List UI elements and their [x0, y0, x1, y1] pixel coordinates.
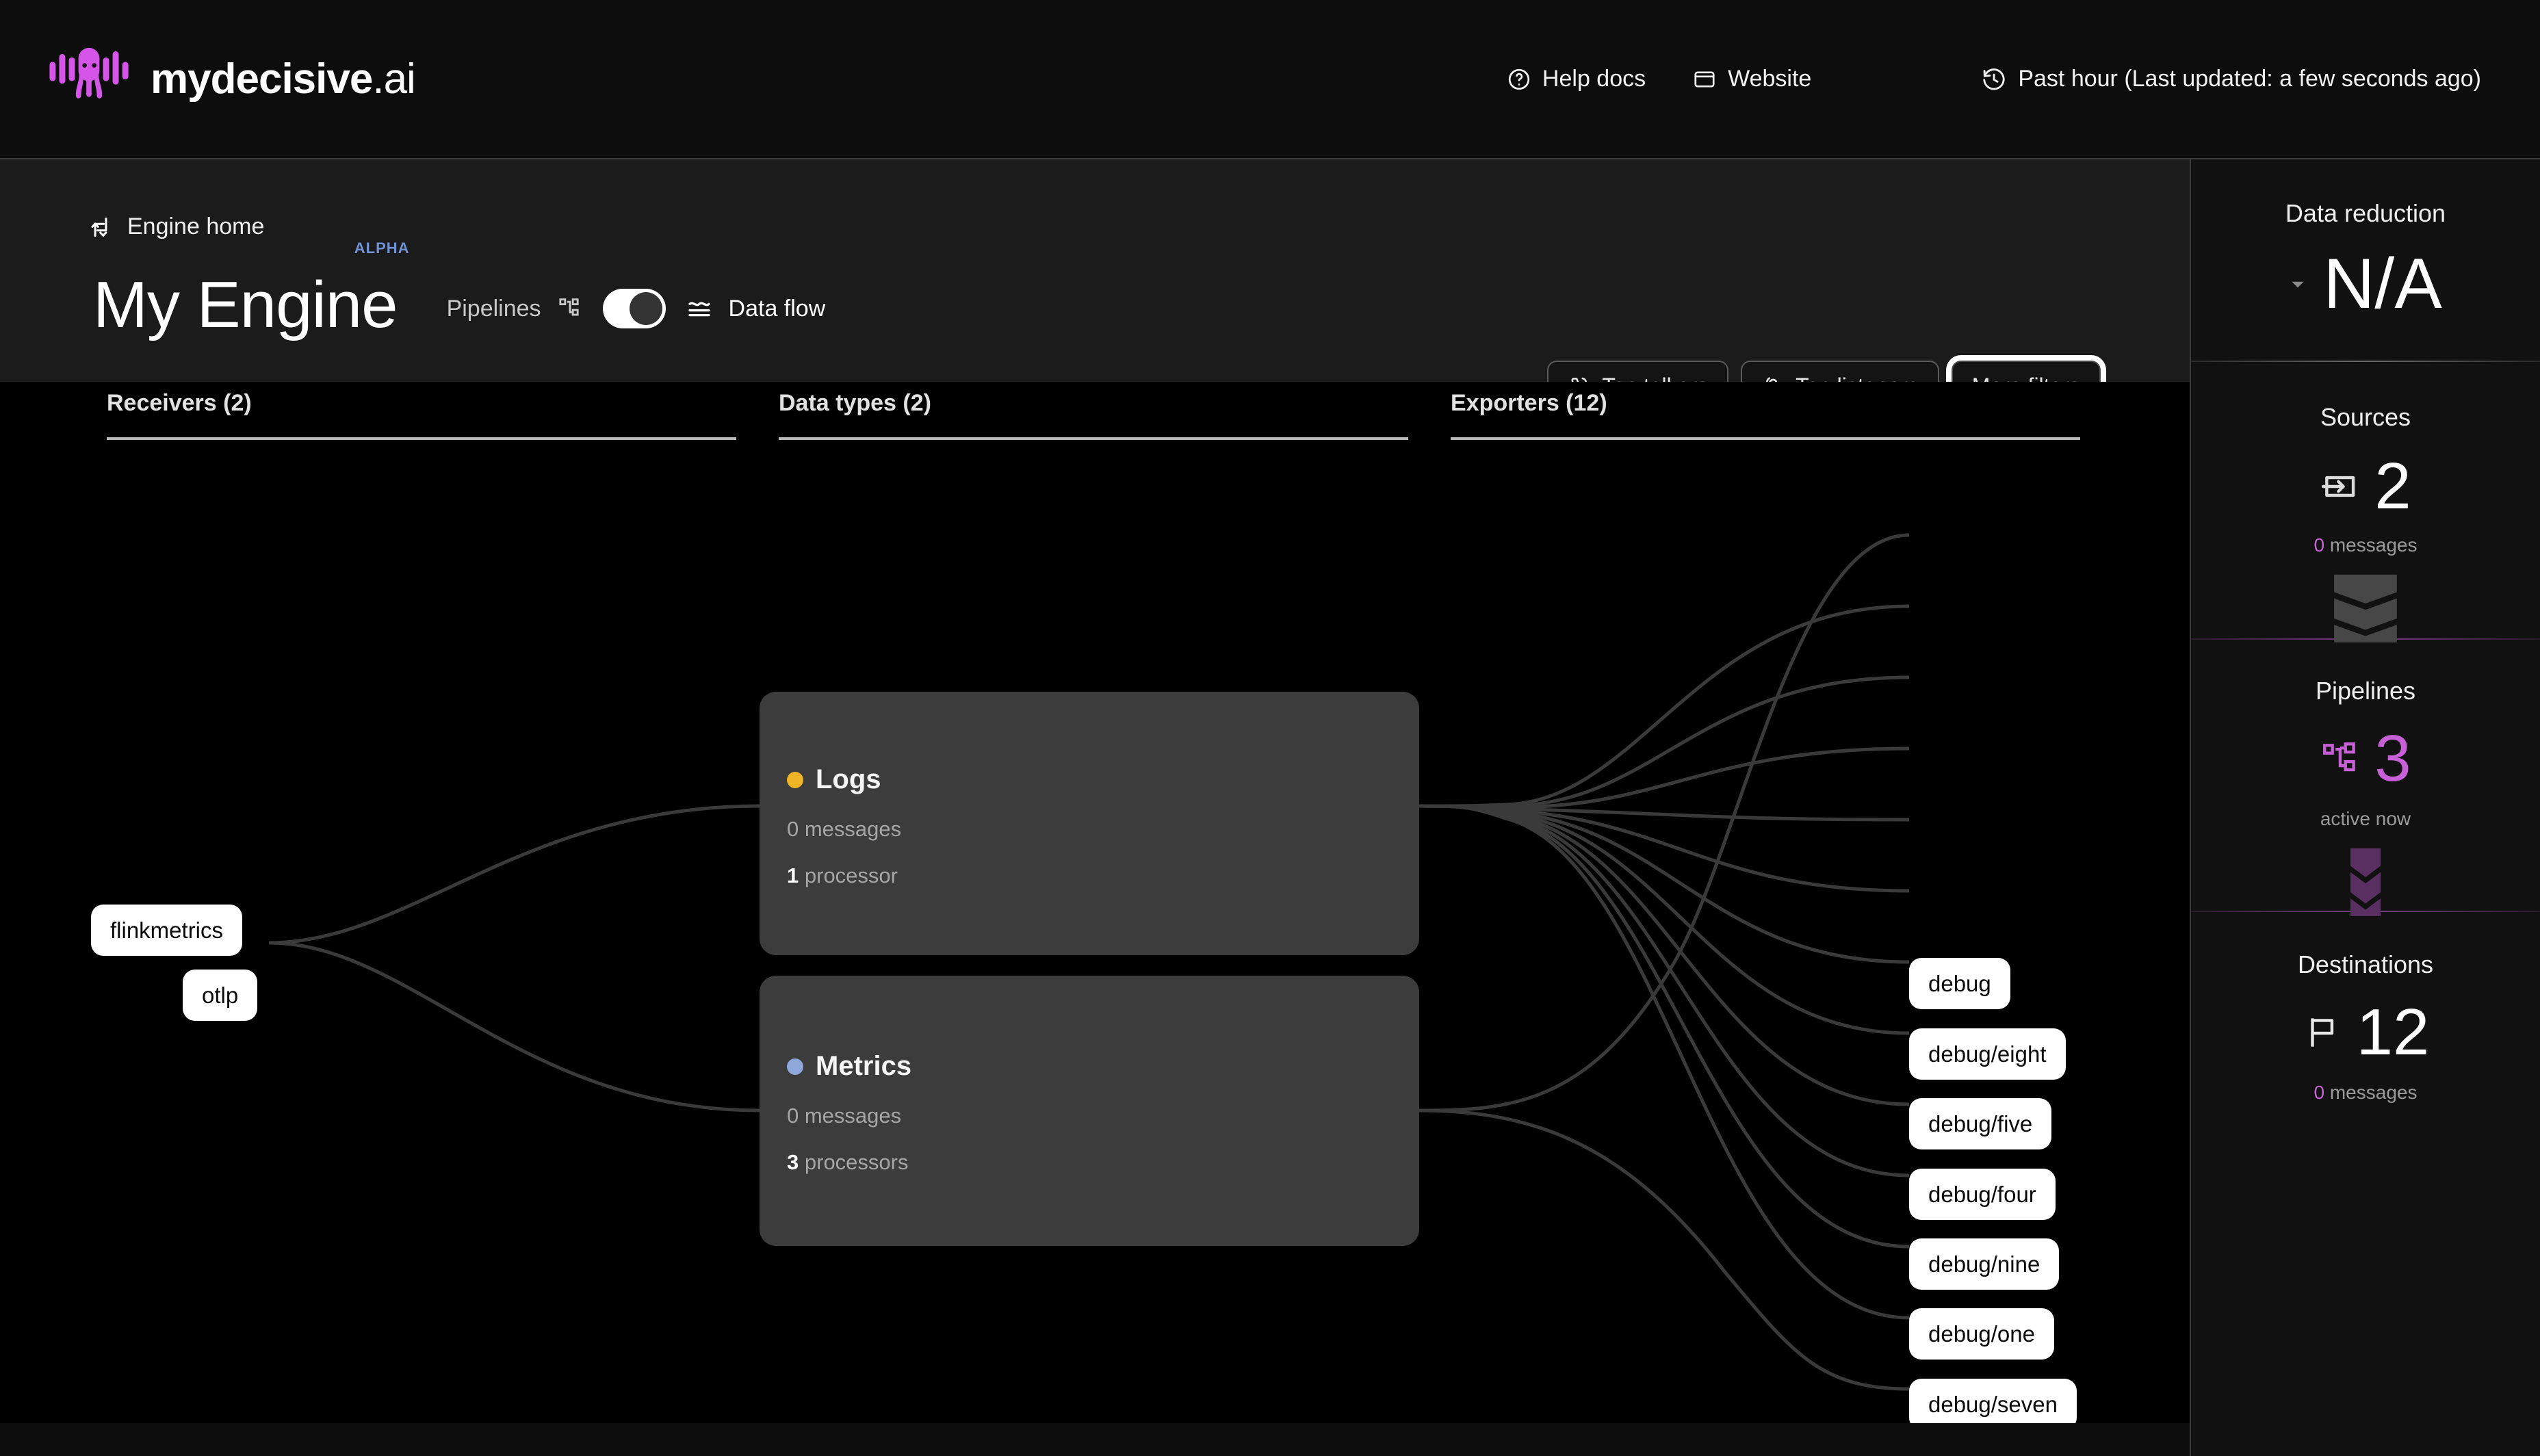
sources-title: Sources — [2320, 403, 2411, 431]
datatype-card-logs[interactable]: Logs 0 messages 1 processor — [760, 692, 1419, 955]
exporter-node-debug[interactable]: debug — [1909, 958, 2010, 1009]
datatype-processor-count: 3 — [787, 1150, 799, 1174]
destinations-footer-num: 0 — [2314, 1082, 2325, 1103]
pipeline-tree-icon — [558, 298, 579, 316]
chevron-stack-icon — [2350, 848, 2381, 916]
datatype-processor-unit: processors — [804, 1150, 909, 1174]
datatype-processors: 1 processor — [787, 863, 1419, 888]
receiver-label: otlp — [202, 983, 239, 1008]
sources-footer: 0 messages — [2191, 534, 2540, 556]
datatype-card-metrics[interactable]: Metrics 0 messages 3 processors — [760, 976, 1419, 1246]
exporter-node-debug-one[interactable]: debug/one — [1909, 1308, 2054, 1360]
destinations-title: Destinations — [2297, 950, 2434, 978]
receiver-node-otlp[interactable]: otlp — [183, 970, 258, 1021]
sources-footer-text: messages — [2324, 534, 2418, 556]
sources-footer-num: 0 — [2314, 534, 2325, 556]
pipelines-dataflow-toggle[interactable] — [602, 289, 666, 328]
page-title-text: My Engine — [93, 268, 398, 341]
flag-icon — [2310, 1018, 2333, 1047]
breadcrumb-engine-home[interactable]: Engine home — [88, 213, 264, 240]
help-circle-icon — [1508, 68, 1530, 90]
destinations-value-row: 12 — [2191, 1000, 2540, 1065]
title-row: My Engine ALPHA Pipelines Data flow — [93, 241, 826, 338]
datatype-card-header: Metrics — [787, 1051, 1419, 1082]
datatype-messages: 0 messages — [787, 817, 902, 841]
top-nav: Help docs Website Past hour (Last update… — [1483, 66, 2504, 92]
nav-time-range[interactable]: Past hour (Last updated: a few seconds a… — [1958, 66, 2504, 92]
data-reduction-title: Data reduction — [2285, 199, 2446, 227]
sources-value-row: 2 — [2191, 454, 2540, 519]
flow-chevrons-gray — [2191, 574, 2540, 648]
brand-tld: .ai — [372, 55, 415, 103]
pipelines-footer: active now — [2320, 808, 2411, 829]
top-bar: mydecisive.ai Help docs Website Past hou… — [0, 0, 2540, 159]
brand-text: mydecisive.ai — [151, 55, 416, 103]
datatype-messages: 0 messages — [787, 1104, 902, 1128]
status-dot-metrics — [787, 1058, 803, 1075]
datatype-processors: 3 processors — [787, 1150, 1419, 1175]
exporter-label: debug — [1928, 971, 1991, 996]
receiver-node-flinkmetrics[interactable]: flinkmetrics — [91, 905, 243, 956]
window-icon — [1694, 70, 1715, 88]
exporter-label: debug/five — [1928, 1111, 2033, 1136]
datatype-card-header: Logs — [787, 764, 1419, 795]
octopus-logo-icon — [49, 47, 129, 99]
datatype-processor-count: 1 — [787, 863, 799, 887]
status-dot-logs — [787, 771, 803, 788]
brand-logo[interactable]: mydecisive.ai — [45, 36, 416, 123]
breadcrumb-label: Engine home — [127, 213, 265, 239]
brand-name: mydecisive — [151, 55, 373, 103]
mode-dataflow-label: Data flow — [728, 295, 826, 322]
exporter-node-debug-seven[interactable]: debug/seven — [1909, 1379, 2077, 1423]
datatype-processor-unit: processor — [804, 863, 898, 887]
chevron-stack-icon — [2334, 574, 2397, 642]
nav-help-docs[interactable]: Help docs — [1483, 66, 1669, 92]
data-reduction-value: N/A — [2323, 244, 2442, 324]
datatype-name: Metrics — [816, 1051, 912, 1081]
nav-website-label: Website — [1728, 66, 1812, 92]
exporter-node-debug-four[interactable]: debug/four — [1909, 1169, 2056, 1220]
sub-header: Engine home My Engine ALPHA Pipelines Da… — [0, 159, 2190, 411]
view-mode-switch: Pipelines Data flow — [446, 289, 826, 328]
exporter-label: debug/eight — [1928, 1041, 2047, 1067]
caret-down-icon — [2292, 281, 2304, 288]
receiver-label: flinkmetrics — [110, 918, 224, 943]
nav-website[interactable]: Website — [1669, 66, 1835, 92]
nav-help-docs-label: Help docs — [1542, 66, 1646, 92]
exporter-label: debug/one — [1928, 1321, 2035, 1347]
alpha-badge: ALPHA — [354, 239, 410, 257]
destinations-footer: 0 messages — [2191, 1082, 2540, 1104]
exporter-node-debug-nine[interactable]: debug/nine — [1909, 1238, 2060, 1290]
nav-time-range-label: Past hour (Last updated: a few seconds a… — [2018, 66, 2481, 92]
data-reduction-value-row: N/A — [2191, 248, 2540, 320]
data-flow-icon — [688, 302, 710, 317]
pipelines-value: 3 — [2374, 722, 2411, 795]
datatype-name: Logs — [816, 764, 881, 794]
clock-rewind-icon — [1983, 68, 2005, 90]
destinations-value: 12 — [2356, 996, 2430, 1069]
mode-pipelines-label: Pipelines — [446, 295, 541, 322]
exporter-node-debug-five[interactable]: debug/five — [1909, 1098, 2052, 1149]
pipelines-value-row: 3 — [2191, 726, 2540, 792]
sidebar-data-reduction: Data reduction N/A — [2191, 159, 2540, 361]
sidebar-destinations: Destinations 12 0 messages — [2191, 912, 2540, 1104]
toggle-knob — [629, 292, 662, 325]
flow-canvas[interactable]: Receivers (2) Data types (2) Exporters (… — [0, 382, 2190, 1423]
login-box-icon — [2322, 476, 2355, 497]
sidebar-pipelines: Pipelines 3 active now — [2191, 640, 2540, 922]
pipelines-title: Pipelines — [2315, 677, 2416, 705]
sources-value: 2 — [2374, 450, 2411, 523]
sidebar-sources: Sources 2 0 messages — [2191, 362, 2540, 648]
exporter-label: debug/seven — [1928, 1392, 2058, 1417]
transfer-arrows-icon — [91, 217, 107, 237]
page-title: My Engine ALPHA — [93, 241, 409, 338]
flow-chevrons-purple — [2191, 848, 2540, 922]
stats-sidebar: Data reduction N/A Sources 2 0 messages — [2190, 159, 2540, 1456]
destinations-footer-text: messages — [2324, 1082, 2418, 1103]
pipeline-tree-icon — [2323, 742, 2356, 772]
app-root: mydecisive.ai Help docs Website Past hou… — [0, 0, 2540, 1456]
exporter-node-debug-eight[interactable]: debug/eight — [1909, 1028, 2066, 1080]
exporter-label: debug/nine — [1928, 1251, 2040, 1277]
exporter-label: debug/four — [1928, 1182, 2036, 1207]
